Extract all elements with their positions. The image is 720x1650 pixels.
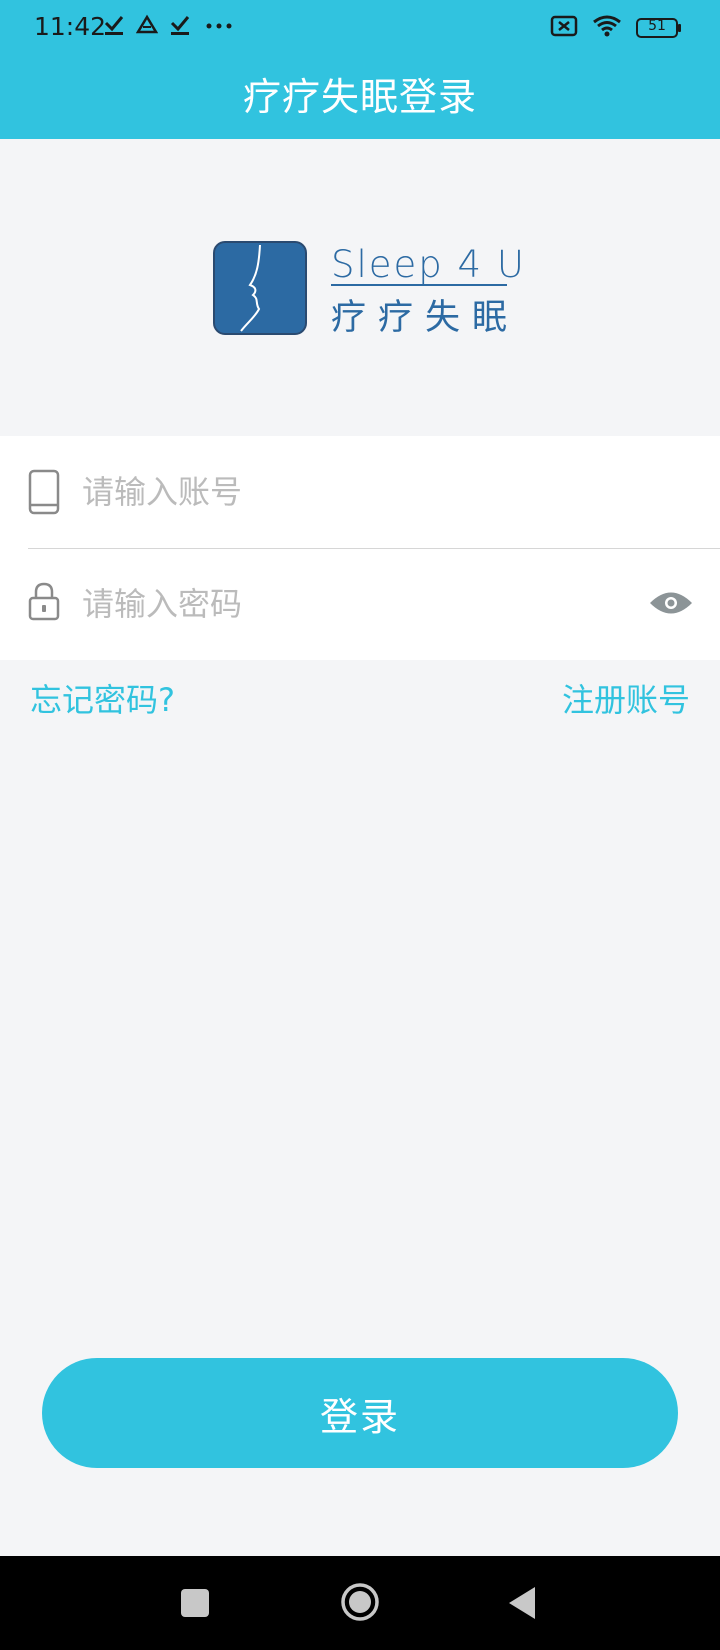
status-bar: 11:42 51 — [0, 0, 720, 56]
face-profile-icon — [240, 244, 261, 332]
app-logo — [213, 241, 307, 335]
brand-name-en: Sleep 4 U — [331, 243, 526, 286]
status-left-icons — [104, 14, 236, 40]
wifi-icon — [592, 14, 622, 42]
account-row — [0, 436, 720, 548]
status-right-icons: 51 — [550, 14, 682, 42]
password-row — [0, 548, 720, 660]
recents-square-icon[interactable] — [181, 1589, 209, 1617]
eye-icon[interactable] — [648, 588, 694, 622]
register-link[interactable]: 注册账号 — [562, 675, 690, 721]
login-form — [0, 436, 720, 660]
back-triangle-icon[interactable] — [507, 1585, 537, 1625]
battery-icon: 51 — [636, 17, 682, 39]
login-button[interactable]: 登录 — [42, 1358, 678, 1468]
sim-blocked-icon — [550, 14, 578, 42]
forgot-password-link[interactable]: 忘记密码? — [30, 675, 175, 721]
page-title: 疗疗失眠登录 — [242, 75, 477, 119]
brand-name-cn: 疗疗失眠 — [331, 298, 520, 338]
home-circle-icon[interactable] — [340, 1582, 380, 1626]
more-dots-icon — [202, 14, 236, 40]
status-time: 11:42 — [34, 12, 107, 41]
drive-icon — [135, 14, 159, 40]
app-header: 11:42 51 疗疗失眠登录 — [0, 0, 720, 139]
account-input[interactable] — [80, 466, 584, 518]
password-input[interactable] — [80, 578, 584, 630]
battery-level: 51 — [648, 18, 666, 34]
phone-icon — [28, 469, 60, 519]
brand-divider — [331, 284, 507, 286]
check-icon — [170, 14, 190, 40]
check-icon — [104, 14, 124, 40]
lock-icon — [28, 581, 60, 625]
